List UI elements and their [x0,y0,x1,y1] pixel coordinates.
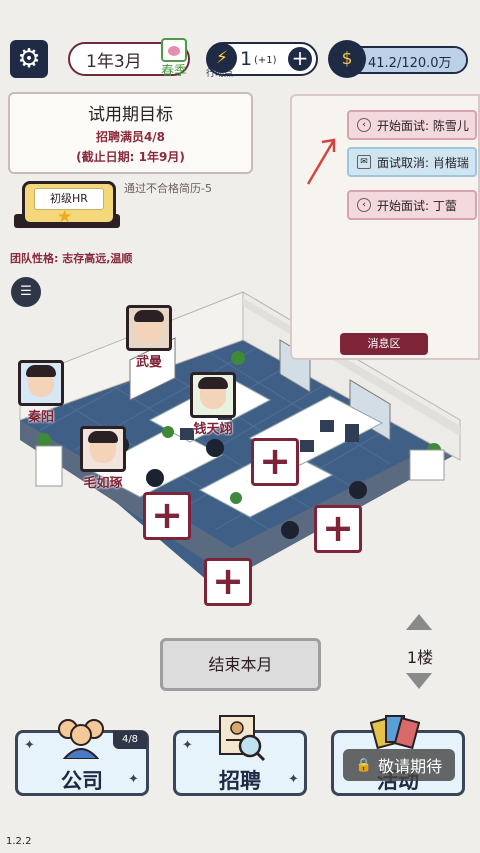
sparkle-icon: ✦ [288,772,299,787]
employee-name: 钱天翊 [193,422,233,437]
company-count-badge: 4/8 [113,731,147,749]
plant [231,351,245,365]
message-item[interactable]: ✉ 面试取消: 肖楷瑞 [347,147,477,177]
goal-requirement: 招聘满员4/8 [95,130,166,144]
mail-icon: ✉ [357,155,371,169]
team-trait: 团队性格: 志存高远,温顺 [10,252,133,265]
message-text: 面试取消: 肖楷瑞 [377,155,469,170]
message-zone-label: 消息区 [340,333,428,355]
date-text: 1年3月 [86,51,142,72]
floor-down-arrow-icon[interactable] [406,673,432,689]
monitor [345,424,359,442]
people-icon [58,719,104,759]
employee-face [134,310,164,342]
message-item[interactable]: ‹ 开始面试: 陈雪儿 [347,110,477,140]
money-text: 41.2/120.0万 [368,56,452,71]
office-chair [206,439,224,457]
employee-card[interactable]: 钱天翊 [190,372,236,437]
employee-name: 武曼 [135,355,162,370]
employee-face [26,365,56,397]
employee-name: 毛如琢 [83,476,123,491]
recruit-label: 招聘 [219,769,261,793]
employee-avatar [190,372,236,418]
add-seat-button[interactable]: + [314,505,362,553]
employee-avatar [18,360,64,406]
sparkle-icon: ✦ [182,738,193,753]
rank-hint: 通过不合格简历-5 [124,182,212,195]
season-badge: 春季 [154,38,194,82]
message-item[interactable]: ‹ 开始面试: 丁蕾 [347,190,477,220]
add-seat-button[interactable]: + [251,438,299,486]
sparkle-icon: ✦ [24,738,35,753]
coming-soon-overlay: 🔒 敬请期待 [343,749,455,781]
goal-deadline: (截止日期: 1年9月) [76,150,185,164]
arrow-icon [306,138,336,185]
chevron-left-icon: ‹ [357,118,371,132]
add-seat-button[interactable]: + [143,492,191,540]
add-seat-button[interactable]: + [204,558,252,606]
settings-gear-button[interactable]: ⚙ [10,40,48,78]
monitor [320,420,334,432]
chevron-left-icon: ‹ [357,198,371,212]
floor-label: 1楼 [406,648,434,667]
employee-face [88,431,118,463]
employee-card[interactable]: 武曼 [126,305,172,370]
add-action-points-button[interactable]: + [288,47,312,71]
office-chair [281,521,299,539]
employee-avatar [126,305,172,351]
cabinet [35,445,63,487]
floor-up-arrow-icon[interactable] [406,614,432,630]
employee-face [198,377,228,409]
monitor [300,440,314,452]
message-text: 开始面试: 丁蕾 [377,198,457,213]
action-points-value: 1 [240,48,253,70]
money-bag-icon: $ [328,40,366,78]
resume-magnifier-icon [219,715,266,762]
action-points-caption: 行动点 [206,69,234,79]
action-points-delta: (+1) [254,55,277,66]
cabinet [409,449,445,481]
employee-name: 秦阳 [27,410,54,425]
employee-avatar [80,426,126,472]
employee-card[interactable]: 秦阳 [18,360,64,425]
coming-soon-text: 敬请期待 [378,757,443,776]
office-chair [146,469,164,487]
season-text: 春季 [160,64,187,79]
version-label: 1.2.2 [6,836,32,847]
end-month-button[interactable]: 结束本月 [160,638,321,691]
sparkle-icon: ✦ [128,772,139,787]
gear-icon: ⚙ [17,44,41,74]
office-chair [349,481,367,499]
lock-icon: 🔒 [355,757,373,773]
plant [230,492,242,504]
employee-card[interactable]: 毛如琢 [80,426,126,491]
message-text: 开始面试: 陈雪儿 [377,118,469,133]
star-icon: ★ [57,207,73,227]
goal-title: 试用期目标 [88,105,173,125]
calendar-icon [161,38,187,62]
plant [162,426,174,438]
plant [37,433,51,447]
